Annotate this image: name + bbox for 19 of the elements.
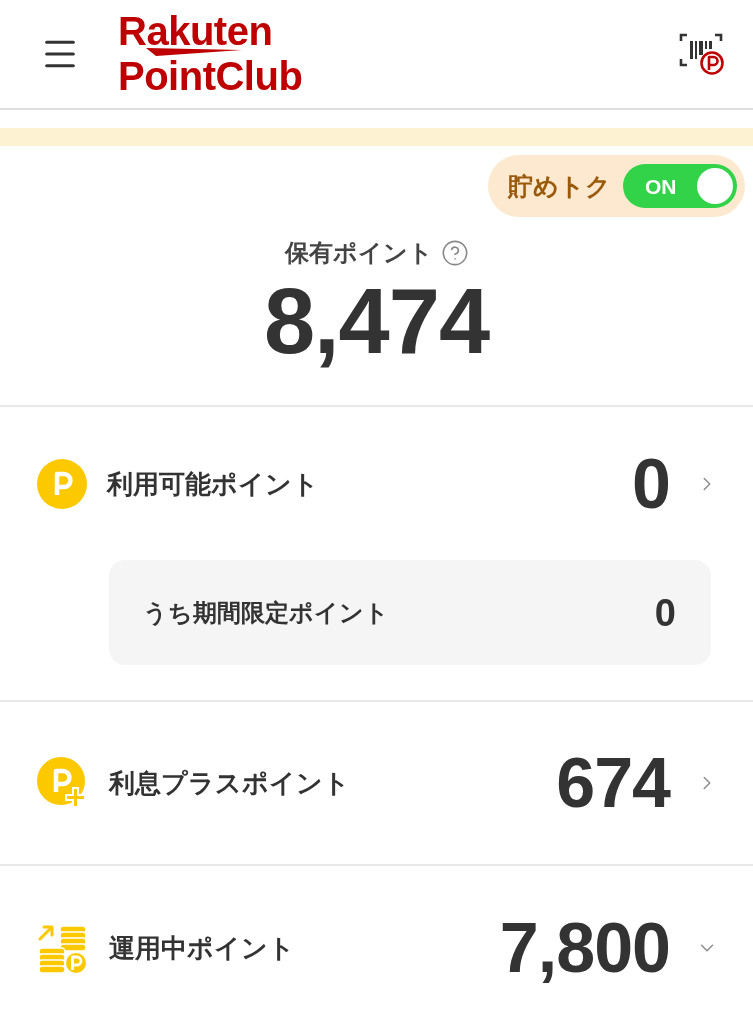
toggle-label: 貯めトク xyxy=(508,173,611,199)
row-label: 利用可能ポイント xyxy=(107,471,319,497)
help-icon[interactable] xyxy=(440,239,469,267)
switch-knob xyxy=(697,168,733,204)
barcode-scan-icon[interactable] xyxy=(679,33,725,75)
total-points-value: 8,474 xyxy=(263,275,490,367)
row-label: 運用中ポイント xyxy=(109,935,295,961)
row-value: 674 xyxy=(556,748,670,818)
row-label: 利息プラスポイント xyxy=(109,770,350,796)
detail-value: 0 xyxy=(654,593,676,632)
point-coin-icon xyxy=(37,459,87,509)
toggle-switch[interactable]: ON xyxy=(623,164,737,208)
logo-text: PointClub xyxy=(118,56,303,96)
row-value: 0 xyxy=(632,449,670,519)
logo-text: Rakuten xyxy=(118,12,274,50)
total-points-label: 保有ポイント xyxy=(284,241,433,265)
coin-stacks-icon xyxy=(37,922,89,974)
row-value: 7,800 xyxy=(499,913,670,983)
detail-label: うち期間限定ポイント xyxy=(143,600,389,625)
